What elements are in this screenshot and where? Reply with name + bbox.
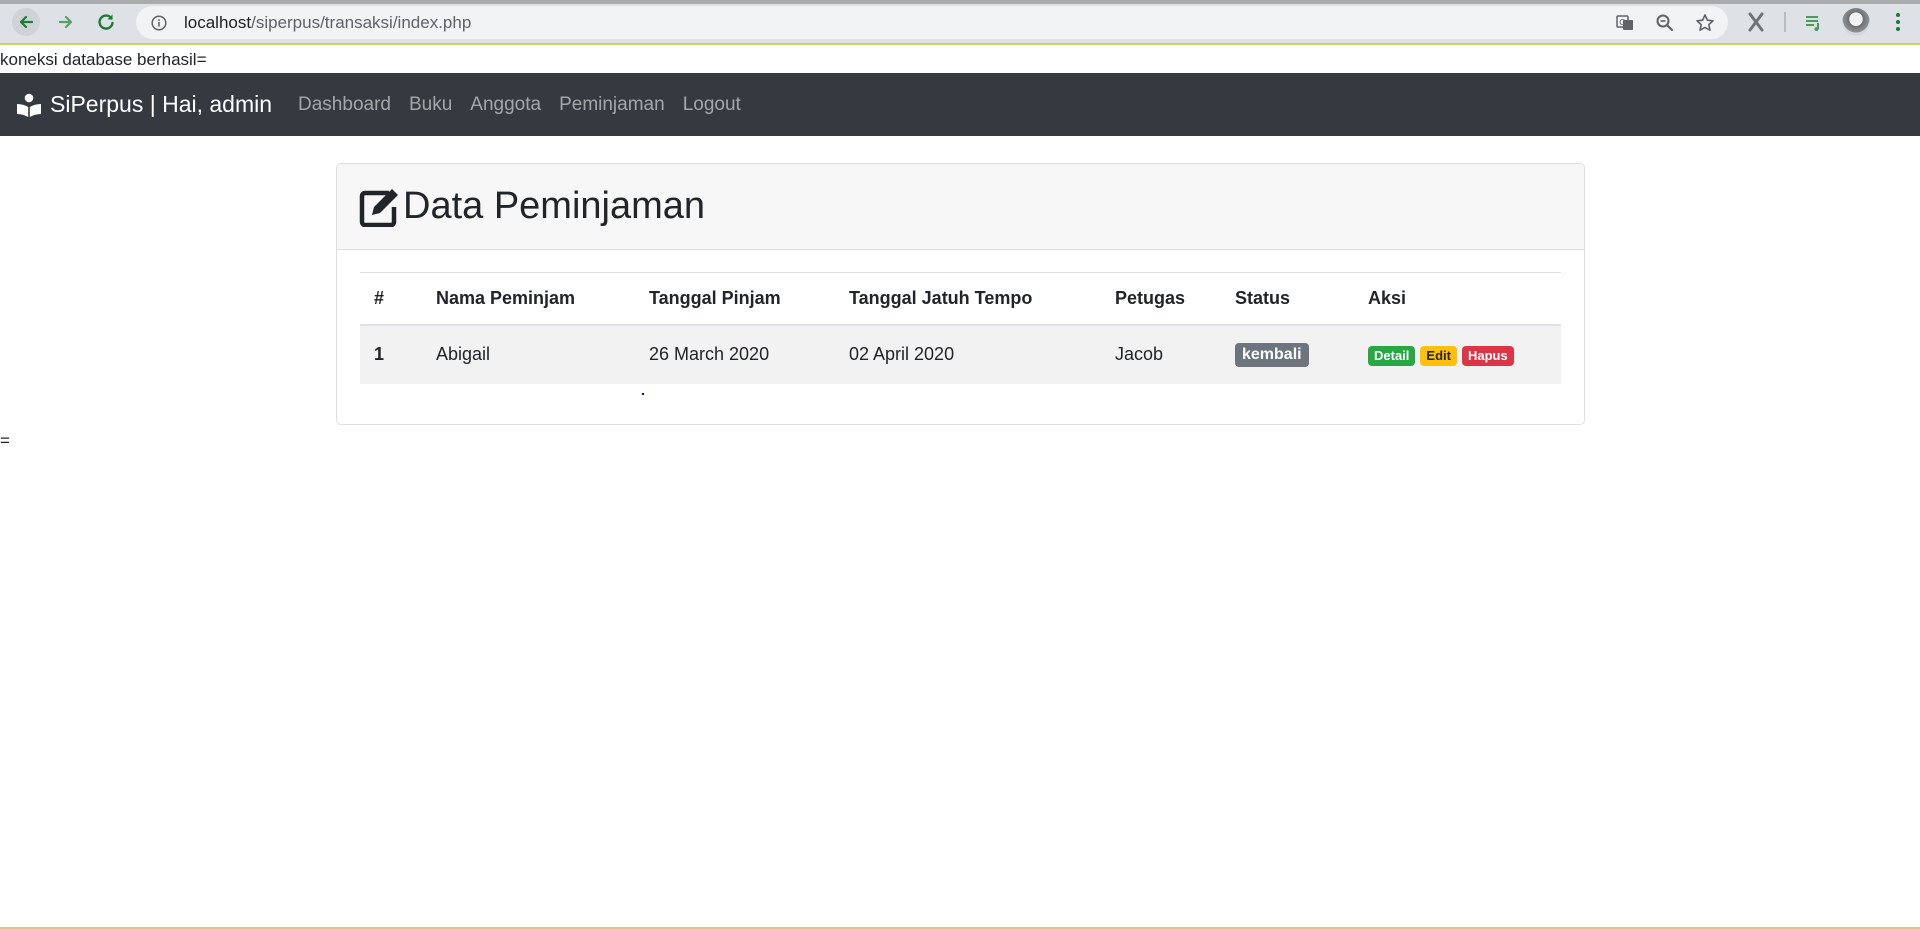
arrow-left-icon [19,15,34,29]
hapus-button[interactable]: Hapus [1462,345,1514,366]
col-header-nama: Nama Peminjam [422,272,635,326]
extension-x-icon[interactable] [1742,8,1770,36]
reload-button[interactable] [92,8,120,36]
forward-button[interactable] [52,8,80,36]
card-body: # Nama Peminjam Tanggal Pinjam Tanggal J… [337,250,1584,384]
cell-petugas: Jacob [1101,324,1221,384]
cell-tanggal-pinjam: 26 March 2020 [635,324,835,384]
detail-button[interactable]: Detail [1368,345,1416,366]
cell-status: kembali [1221,324,1354,384]
profile-avatar[interactable] [1842,8,1870,36]
translate-icon[interactable]: G [1614,12,1636,34]
table-row: 1 Abigail 26 March 2020 02 April 2020 Ja… [360,324,1561,384]
trailing-text: = [0,431,10,450]
edit-button[interactable]: Edit [1420,345,1457,366]
cell-aksi: Detail Edit Hapus [1354,324,1561,384]
cell-nama: Abigail [422,324,635,384]
col-header-aksi: Aksi [1354,272,1561,326]
peminjaman-card: Data Peminjaman # Nama Peminjam Tanggal … [336,163,1585,425]
card-title-text: Data Peminjaman [403,185,706,227]
avatar [1842,8,1870,36]
table-header-row: # Nama Peminjam Tanggal Pinjam Tanggal J… [360,272,1561,326]
brand-label: SiPerpus | Hai, admin [50,91,273,117]
arrow-right-icon [58,15,73,29]
cell-jatuh-tempo: 02 April 2020 [835,324,1101,384]
reload-icon [98,14,114,30]
nav-buku[interactable]: Buku [409,94,452,116]
info-icon[interactable] [148,12,170,34]
navbar: SiPerpus | Hai, admin Dashboard Buku Ang… [0,73,1920,136]
extension-divider [1784,12,1786,32]
edit-square-icon [359,186,401,228]
menu-icon[interactable] [1884,8,1912,36]
navbar-brand[interactable]: SiPerpus | Hai, admin [16,91,272,118]
nav-anggota[interactable]: Anggota [470,94,541,116]
col-header-jatuh-tempo: Tanggal Jatuh Tempo [835,272,1101,326]
svg-text:G: G [1619,18,1625,27]
address-bar[interactable]: localhost/siperpus/transaksi/index.php G [136,6,1728,39]
reader-icon [16,92,42,118]
card-header: Data Peminjaman [337,164,1584,250]
star-icon[interactable] [1694,12,1716,34]
url-path: /siperpus/transaksi/index.php [251,12,472,32]
status-badge: kembali [1235,342,1309,367]
extension-playlist-icon[interactable] [1800,8,1828,36]
stray-dot [642,393,644,395]
col-header-tanggal-pinjam: Tanggal Pinjam [635,272,835,326]
col-header-petugas: Petugas [1101,272,1221,326]
col-header-number: # [360,272,422,326]
db-status-text: koneksi database berhasil= [0,50,207,69]
nav-dashboard[interactable]: Dashboard [298,94,391,116]
zoom-icon[interactable] [1654,12,1676,34]
back-button[interactable] [12,8,40,36]
cell-number: 1 [360,324,422,384]
nav-peminjaman[interactable]: Peminjaman [559,94,665,116]
url-host: localhost [184,12,252,32]
col-header-status: Status [1221,272,1354,326]
browser-toolbar: localhost/siperpus/transaksi/index.php G [0,0,1920,45]
peminjaman-table: # Nama Peminjam Tanggal Pinjam Tanggal J… [360,272,1561,384]
nav-logout[interactable]: Logout [683,94,741,116]
address-url[interactable]: localhost/siperpus/transaksi/index.php [184,13,471,33]
page-title: Data Peminjaman [359,185,705,228]
